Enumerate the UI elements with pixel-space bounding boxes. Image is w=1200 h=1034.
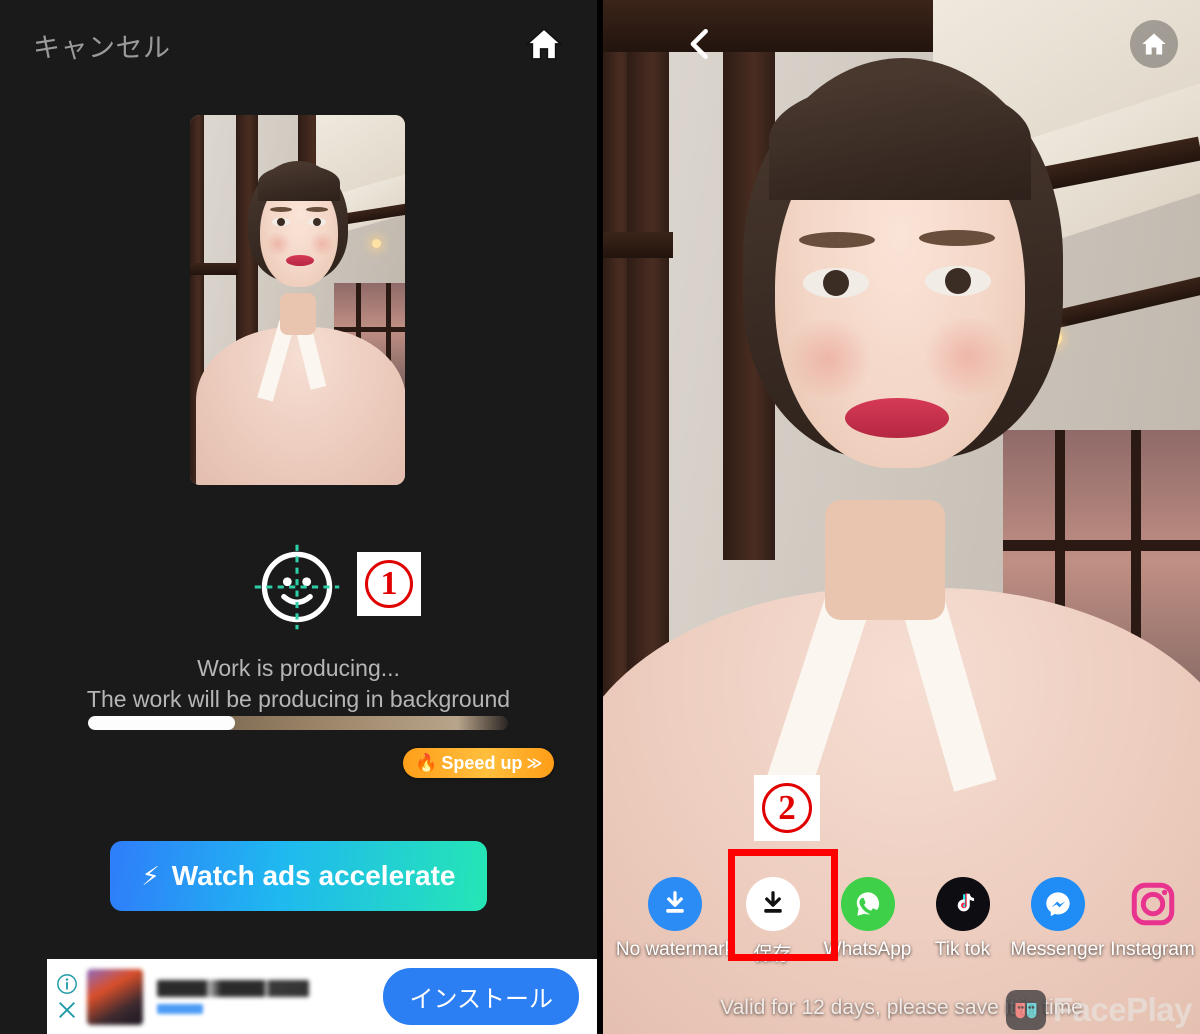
ad-text-block bbox=[143, 979, 383, 1014]
face-scan-icon bbox=[253, 543, 341, 631]
progress-bar-fill bbox=[88, 716, 235, 730]
ad-subtitle-redacted bbox=[157, 1003, 203, 1014]
tiktok-icon bbox=[935, 877, 990, 931]
home-icon[interactable] bbox=[1130, 20, 1178, 68]
left-screen-producing: キャンセル 1 Work is producing... The work wi… bbox=[0, 0, 597, 1034]
lightning-bolt-icon: ⚡ bbox=[141, 860, 160, 891]
share-option-label: Tik tok bbox=[934, 939, 991, 960]
install-button[interactable]: インストール bbox=[383, 968, 579, 1025]
speed-up-label: Speed up bbox=[441, 752, 523, 773]
close-icon[interactable] bbox=[56, 999, 78, 1021]
messenger-icon bbox=[1030, 877, 1085, 931]
left-top-bar: キャンセル bbox=[0, 0, 597, 86]
home-icon[interactable] bbox=[524, 24, 564, 64]
status-text-primary: Work is producing... bbox=[197, 655, 400, 681]
ad-banner-controls bbox=[47, 959, 87, 1034]
preview-photo bbox=[190, 115, 405, 485]
instagram-icon bbox=[1126, 877, 1180, 931]
progress-bar bbox=[88, 716, 508, 730]
share-option-tiktok[interactable]: Tik tok bbox=[915, 877, 1010, 961]
ad-app-icon bbox=[87, 968, 143, 1025]
share-option-label: WhatsApp bbox=[823, 939, 912, 960]
download-icon bbox=[648, 877, 702, 931]
double-chevron-icon: ≫ bbox=[526, 755, 543, 772]
result-preview-thumbnail[interactable] bbox=[190, 115, 405, 485]
annotation-marker-1: 1 bbox=[357, 552, 421, 616]
share-option-label: Messenger bbox=[1010, 939, 1105, 960]
share-option-whatsapp[interactable]: WhatsApp bbox=[820, 877, 915, 961]
share-option-label: Instagram bbox=[1110, 939, 1195, 960]
share-options-row: No watermark 保存 WhatsApp Tik tok Messeng… bbox=[603, 877, 1200, 966]
ad-banner[interactable]: インストール bbox=[47, 959, 597, 1034]
watch-ads-accelerate-button[interactable]: ⚡ Watch ads accelerate bbox=[110, 841, 487, 911]
share-option-messenger[interactable]: Messenger bbox=[1010, 877, 1105, 961]
faceplay-watermark-label: FacePlay bbox=[1052, 991, 1193, 1028]
right-screen-result: 2 No watermark 保存 WhatsApp Tik tok Messe… bbox=[603, 0, 1200, 1034]
share-option-label: 保存 bbox=[753, 944, 792, 965]
share-option-instagram[interactable]: Instagram bbox=[1105, 877, 1200, 961]
share-option-no-watermark[interactable]: No watermark bbox=[616, 877, 734, 961]
cancel-button[interactable]: キャンセル bbox=[33, 26, 171, 65]
ad-title-redacted bbox=[157, 979, 309, 997]
status-text-secondary: The work will be producing in background bbox=[86, 686, 511, 712]
watch-ads-label: Watch ads accelerate bbox=[171, 860, 456, 891]
download-icon bbox=[745, 877, 800, 931]
screenshot-root: キャンセル 1 Work is producing... The work wi… bbox=[0, 0, 1200, 1034]
share-option-label: No watermark bbox=[615, 939, 735, 960]
faceplay-watermark: FacePlay bbox=[1005, 990, 1193, 1030]
faceplay-masks-icon bbox=[1005, 990, 1046, 1030]
info-icon[interactable] bbox=[56, 973, 78, 995]
whatsapp-icon bbox=[840, 877, 895, 931]
speed-up-button[interactable]: 🔥 Speed up ≫ bbox=[403, 748, 555, 778]
share-option-save[interactable]: 保存 bbox=[725, 877, 820, 966]
annotation-marker-2: 2 bbox=[754, 775, 820, 841]
fire-icon: 🔥 bbox=[415, 752, 438, 773]
back-button[interactable] bbox=[683, 22, 717, 66]
